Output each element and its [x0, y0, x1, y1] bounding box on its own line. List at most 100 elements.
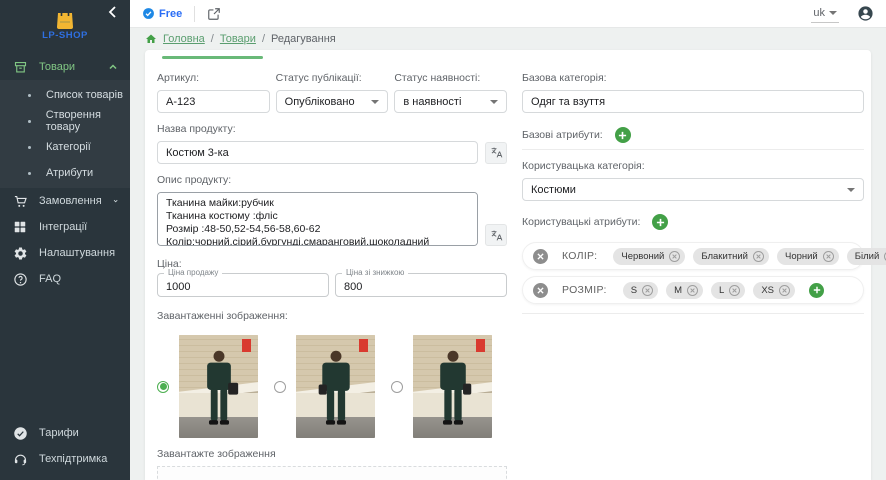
remove-chip-icon[interactable] — [753, 251, 764, 262]
image-upload-dropzone[interactable] — [157, 466, 507, 480]
image-option-2 — [274, 335, 375, 438]
translate-button[interactable] — [485, 142, 507, 164]
main-image-radio-2[interactable] — [274, 381, 286, 393]
topbar-divider — [194, 6, 195, 22]
sub-item-label: Категорії — [46, 141, 91, 153]
base-category-label: Базова категорія: — [522, 72, 864, 84]
attribute-value-chip: Білий — [847, 248, 886, 265]
product-name-input[interactable] — [157, 141, 478, 164]
red-tag — [242, 339, 251, 352]
logo-text: LP-SHOP — [42, 30, 88, 41]
publish-status-value: Опубліковано — [285, 96, 355, 108]
plan-label: Free — [159, 8, 182, 20]
sidebar-header: LP-SHOP — [0, 0, 130, 46]
discount-price-floating-label: Ціна зі знижкою — [342, 268, 408, 277]
stock-status-select[interactable]: в наявності — [394, 90, 507, 113]
grid-icon — [12, 219, 28, 235]
sku-input[interactable] — [157, 90, 270, 113]
sale-price-floating-label: Ціна продажу — [164, 268, 222, 277]
discount-price-field: Ціна зі знижкою — [335, 273, 507, 297]
main-image-radio-3[interactable] — [391, 381, 403, 393]
account-avatar-icon[interactable] — [857, 5, 874, 22]
stock-status-value: в наявності — [403, 96, 461, 108]
add-custom-attribute-button[interactable] — [652, 214, 668, 230]
sidebar-item-orders[interactable]: Замовлення — [0, 188, 130, 214]
add-base-attribute-button[interactable] — [615, 127, 631, 143]
red-tag — [476, 339, 485, 352]
sku-label: Артикул: — [157, 72, 270, 84]
open-in-new-icon[interactable] — [207, 7, 221, 21]
sidebar-item-products[interactable]: Товари — [0, 54, 130, 80]
caret-down-icon — [490, 100, 498, 104]
stock-status-group: Статус наявності: в наявності — [394, 72, 507, 113]
sidebar-item-settings[interactable]: Налаштування — [0, 240, 130, 266]
sidebar-item-product-list[interactable]: Список товарів — [0, 82, 130, 108]
custom-category-select[interactable]: Костюми — [522, 178, 864, 201]
remove-chip-icon[interactable] — [729, 285, 740, 296]
translate-button[interactable] — [485, 224, 507, 246]
description-label: Опис продукту: — [157, 174, 507, 186]
publish-status-select[interactable]: Опубліковано — [276, 90, 389, 113]
product-photo-3[interactable] — [413, 335, 492, 438]
plus-icon — [618, 131, 627, 140]
main-image-radio-1[interactable] — [157, 381, 169, 393]
base-attributes-row: Базові атрибути: — [522, 127, 864, 143]
sidebar-item-faq[interactable]: FAQ — [0, 266, 130, 292]
language-select[interactable]: uk — [811, 5, 839, 23]
main-area: Free uk Головна / Товари / Редагування — [130, 0, 886, 480]
remove-chip-icon[interactable] — [823, 251, 834, 262]
sidebar-bottom: Тарифи Техпідтримка — [0, 420, 130, 480]
product-photo-1[interactable] — [179, 335, 258, 438]
remove-color-attribute-button[interactable] — [533, 249, 548, 264]
sub-item-label: Створення товару — [46, 109, 130, 133]
breadcrumb-section-link[interactable]: Товари — [220, 33, 256, 45]
add-size-value-button[interactable] — [809, 283, 824, 298]
remove-size-attribute-button[interactable] — [533, 283, 548, 298]
plus-icon — [813, 286, 821, 294]
attribute-value-chip: Чорний — [777, 248, 839, 265]
remove-chip-icon[interactable] — [642, 285, 653, 296]
custom-attributes-row: Користувацькі атрибути: — [522, 214, 864, 230]
collapse-sidebar-icon[interactable] — [106, 5, 120, 19]
attribute-name: КОЛІР: — [562, 250, 597, 262]
shop-bag-logo-icon — [53, 9, 77, 29]
translate-icon — [490, 146, 503, 159]
remove-chip-icon[interactable] — [669, 251, 680, 262]
attribute-row-color: КОЛІР: Червоний Блакитний Чорний Білий С… — [522, 242, 864, 270]
sale-price-field: Ціна продажу — [157, 273, 329, 297]
question-icon — [12, 271, 28, 287]
attribute-value-chip: Блакитний — [693, 248, 769, 265]
sidebar-item-product-create[interactable]: Створення товару — [0, 108, 130, 134]
caret-down-icon — [371, 100, 379, 104]
sidebar-item-integrations[interactable]: Інтеграції — [0, 214, 130, 240]
sidebar-item-tariffs[interactable]: Тарифи — [0, 420, 130, 446]
headset-icon — [12, 451, 28, 467]
divider — [522, 149, 864, 150]
attribute-value-chip: L — [711, 282, 745, 299]
sidebar-nav: Товари Список товарів Створення товару К… — [0, 54, 130, 292]
uploaded-images-label: Завантаженні зображення: — [157, 310, 507, 322]
description-textarea[interactable]: Тканина майки:рубчик Тканина костюму :фл… — [157, 192, 478, 246]
gear-icon — [12, 245, 28, 261]
remove-chip-icon[interactable] — [779, 285, 790, 296]
image-option-3 — [391, 335, 492, 438]
base-category-input[interactable] — [522, 90, 864, 113]
product-photo-2[interactable] — [296, 335, 375, 438]
sidebar-item-label: Техпідтримка — [39, 453, 118, 465]
sidebar-item-label: FAQ — [39, 273, 118, 285]
remove-chip-icon[interactable] — [687, 285, 698, 296]
sidebar-item-support[interactable]: Техпідтримка — [0, 446, 130, 472]
attribute-value-chip: XS — [753, 282, 795, 299]
attribute-value-chip: Червоний — [613, 248, 685, 265]
products-submenu: Список товарів Створення товару Категорі… — [0, 80, 130, 188]
upload-images-label: Завантажте зображення — [157, 448, 507, 460]
sidebar-item-categories[interactable]: Категорії — [0, 134, 130, 160]
breadcrumb-home-link[interactable]: Головна — [163, 33, 205, 45]
model-photo-figure — [196, 348, 242, 432]
plan-badge[interactable]: Free — [142, 7, 182, 20]
sku-field-group: Артикул: — [157, 72, 270, 113]
sidebar: LP-SHOP Товари Список товарів Створення … — [0, 0, 130, 480]
sidebar-item-attributes[interactable]: Атрибути — [0, 160, 130, 186]
chevron-up-icon — [108, 62, 118, 72]
topbar-right: uk — [811, 5, 874, 23]
